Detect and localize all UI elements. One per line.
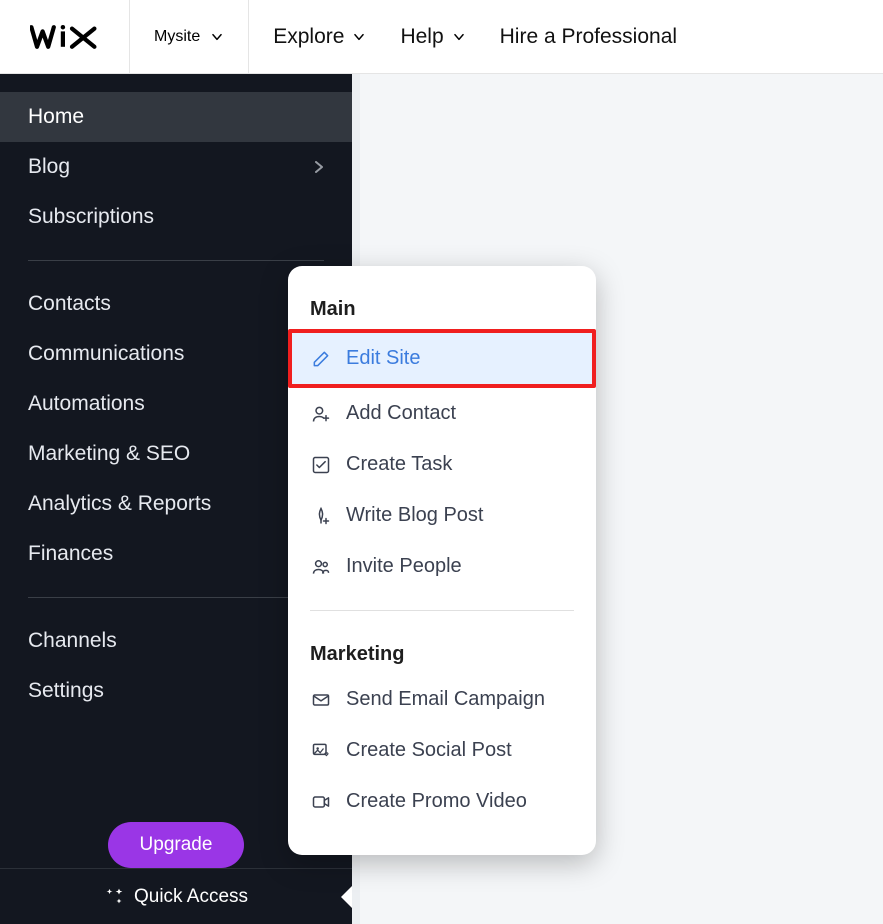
pencil-icon (310, 348, 332, 370)
sidebar-item-label: Analytics & Reports (28, 492, 211, 516)
site-selector[interactable]: Mysite (130, 0, 249, 73)
popup-item-label: Create Promo Video (346, 790, 527, 813)
sidebar-nav-primary: Home Blog Subscriptions (0, 74, 352, 242)
top-menu-help[interactable]: Help (400, 25, 465, 49)
popup-item-create-task[interactable]: Create Task (288, 439, 596, 490)
quick-access-popup: Main Edit Site Add Contact Create Task W… (288, 266, 596, 855)
sidebar-item-label: Settings (28, 679, 104, 703)
top-bar: Mysite Explore Help Hire a Professional (0, 0, 883, 74)
envelope-icon (310, 689, 332, 711)
popup-item-label: Create Task (346, 453, 452, 476)
popup-item-edit-site[interactable]: Edit Site (288, 329, 596, 388)
popup-item-create-social-post[interactable]: Create Social Post (288, 725, 596, 776)
sidebar-item-blog[interactable]: Blog (0, 142, 352, 192)
sidebar-item-label: Automations (28, 392, 145, 416)
sidebar-item-label: Subscriptions (28, 205, 154, 229)
sidebar-item-label: Contacts (28, 292, 111, 316)
top-menu-explore-label: Explore (273, 25, 344, 49)
sidebar-item-label: Home (28, 105, 84, 129)
person-plus-icon (310, 403, 332, 425)
chevron-right-icon (314, 160, 324, 174)
upgrade-button[interactable]: Upgrade (108, 822, 245, 868)
wix-logo[interactable] (0, 0, 130, 73)
checkbox-icon (310, 454, 332, 476)
people-icon (310, 556, 332, 578)
popup-item-label: Add Contact (346, 402, 456, 425)
quick-access-label: Quick Access (134, 886, 248, 908)
quick-access-button[interactable]: Quick Access (0, 868, 352, 924)
wix-logo-icon (30, 23, 100, 51)
sidebar-item-subscriptions[interactable]: Subscriptions (0, 192, 352, 242)
sidebar-item-home[interactable]: Home (0, 92, 352, 142)
sidebar-item-label: Marketing & SEO (28, 442, 190, 466)
popup-section-main-title: Main (288, 284, 596, 329)
video-icon (310, 791, 332, 813)
main-layout: Home Blog Subscriptions Contacts Communi… (0, 74, 883, 924)
popup-item-label: Send Email Campaign (346, 688, 545, 711)
popup-divider (310, 610, 574, 611)
chevron-down-icon (210, 30, 224, 44)
site-selector-label: Mysite (154, 28, 200, 46)
popup-item-label: Write Blog Post (346, 504, 483, 527)
popup-item-create-promo-video[interactable]: Create Promo Video (288, 776, 596, 827)
popup-item-send-email-campaign[interactable]: Send Email Campaign (288, 674, 596, 725)
top-menu-hire-label: Hire a Professional (500, 25, 677, 49)
popup-section-marketing-title: Marketing (288, 629, 596, 674)
pen-plus-icon (310, 505, 332, 527)
sidebar-divider (28, 260, 324, 261)
top-menu: Explore Help Hire a Professional (249, 0, 677, 73)
popup-item-invite-people[interactable]: Invite People (288, 541, 596, 592)
popup-item-write-blog-post[interactable]: Write Blog Post (288, 490, 596, 541)
image-heart-icon (310, 740, 332, 762)
chevron-down-icon (452, 30, 466, 44)
sidebar-divider (28, 597, 324, 598)
sidebar-item-label: Finances (28, 542, 113, 566)
sidebar-item-label: Blog (28, 155, 70, 179)
sidebar-item-label: Channels (28, 629, 117, 653)
top-menu-explore[interactable]: Explore (273, 25, 366, 49)
popup-item-add-contact[interactable]: Add Contact (288, 388, 596, 439)
sidebar-item-label: Communications (28, 342, 184, 366)
top-menu-hire[interactable]: Hire a Professional (500, 25, 677, 49)
chevron-down-icon (352, 30, 366, 44)
popup-item-label: Edit Site (346, 347, 420, 370)
popup-item-label: Create Social Post (346, 739, 512, 762)
popup-item-label: Invite People (346, 555, 462, 578)
sparkle-icon (104, 887, 124, 907)
top-menu-help-label: Help (400, 25, 443, 49)
